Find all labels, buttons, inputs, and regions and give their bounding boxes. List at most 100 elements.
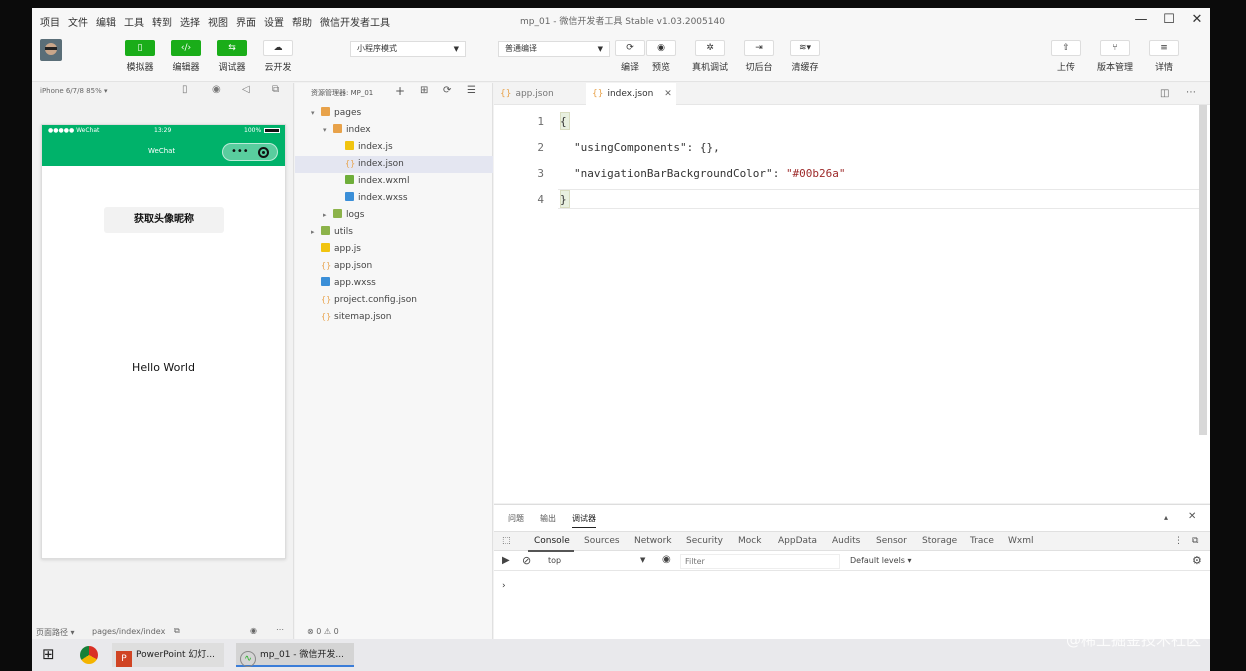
tab-security[interactable]: Security [686, 536, 723, 546]
tab-app-json[interactable]: {} app.json [494, 83, 584, 105]
file-tree-item[interactable]: {} sitemap.json [295, 309, 493, 326]
cloud-dev-button[interactable]: ☁ 云开发 [256, 40, 300, 73]
tab-problems[interactable]: 问题 [508, 513, 524, 524]
file-tree-item[interactable]: ▾ pages [295, 105, 493, 122]
tab-sources[interactable]: Sources [584, 536, 620, 546]
chrome-icon[interactable] [80, 646, 98, 664]
eye-icon[interactable]: ◉ [250, 626, 257, 635]
debugger-toggle[interactable]: ⇆ 调试器 [210, 40, 254, 73]
menu-wechat-devtools[interactable]: 微信开发者工具 [320, 14, 390, 29]
more-icon[interactable]: ⋯ [1186, 87, 1196, 98]
context-select[interactable]: top ▼ [542, 555, 652, 569]
tab-index-json[interactable]: {} index.json ✕ [586, 83, 676, 105]
clear-console-icon[interactable]: ⊘ [522, 554, 531, 567]
eye-icon[interactable]: ◉ [662, 554, 671, 565]
code-line-1[interactable]: { [560, 115, 567, 128]
tab-trace[interactable]: Trace [970, 536, 994, 546]
simulator-toggle[interactable]: ▯ 模拟器 [118, 40, 162, 73]
phone-icon[interactable]: ▯ [182, 84, 188, 95]
split-editor-icon[interactable]: ◫ [1160, 88, 1169, 99]
popout-icon[interactable]: ⧉ [272, 84, 279, 95]
gear-icon[interactable]: ⚙ [1192, 554, 1202, 567]
version-button[interactable]: ⑂ 版本管理 [1093, 40, 1137, 73]
background-button[interactable]: ⇥ 切后台 [737, 40, 781, 73]
close-tab-icon[interactable]: ✕ [664, 89, 672, 99]
add-folder-icon[interactable]: ⊞ [420, 85, 428, 96]
file-tree-item[interactable]: app.wxss [295, 275, 493, 292]
code-line-4[interactable]: } [560, 193, 567, 206]
record-icon[interactable]: ◉ [212, 84, 221, 95]
tab-sensor[interactable]: Sensor [876, 536, 907, 546]
menu-select[interactable]: 选择 [180, 14, 200, 29]
menu-file[interactable]: 文件 [68, 14, 88, 29]
tab-debugger[interactable]: 调试器 [572, 513, 596, 528]
mode-select[interactable]: 小程序模式 ▼ [350, 41, 466, 57]
device-select[interactable]: iPhone 6/7/8 85% ▾ [40, 87, 107, 95]
file-tree-item[interactable]: {} app.json [295, 258, 493, 275]
file-tree-item[interactable]: index.wxss [295, 190, 493, 207]
file-tree-item[interactable]: {} index.json [295, 156, 493, 173]
real-device-debug-button[interactable]: ✲ 真机调试 [688, 40, 732, 73]
code-line-3[interactable]: "navigationBarBackgroundColor": "#00b26a… [574, 167, 846, 180]
file-tree-item[interactable]: ▸ logs [295, 207, 493, 224]
preview-button[interactable]: ◉ 预览 [639, 40, 683, 73]
user-avatar[interactable] [40, 39, 62, 61]
collapse-icon[interactable]: ☰ [467, 85, 476, 96]
menu-interface[interactable]: 界面 [236, 14, 256, 29]
console-filter-input[interactable] [680, 554, 840, 569]
maximize-button[interactable]: ☐ [1158, 11, 1180, 29]
more-icon[interactable]: ⋯ [276, 625, 284, 634]
windows-start-icon[interactable]: ⊞ [42, 645, 55, 663]
taskbar-powerpoint[interactable]: P PowerPoint 幻灯... [112, 643, 224, 667]
page-path-label[interactable]: 页面路径 ▾ [36, 627, 75, 638]
menu-project[interactable]: 项目 [40, 14, 60, 29]
inspect-icon[interactable]: ⬚ [502, 536, 511, 546]
add-file-icon[interactable]: + [395, 84, 405, 98]
file-tree-item[interactable]: {} project.config.json [295, 292, 493, 309]
tab-appdata[interactable]: AppData [778, 536, 817, 546]
tab-mock[interactable]: Mock [738, 536, 761, 546]
compile-mode-select[interactable]: 普通编译 ▼ [498, 41, 610, 57]
clear-cache-button[interactable]: ≋▾ 清缓存 [783, 40, 827, 73]
editor-toggle[interactable]: ‹/› 编辑器 [164, 40, 208, 73]
tab-output[interactable]: 输出 [540, 513, 556, 524]
console-prompt[interactable]: › [502, 581, 506, 591]
close-panel-icon[interactable]: ✕ [1188, 511, 1196, 522]
editor-scrollbar[interactable] [1199, 105, 1207, 435]
details-button[interactable]: ≡ 详情 [1142, 40, 1186, 73]
tab-storage[interactable]: Storage [922, 536, 957, 546]
menu-settings[interactable]: 设置 [264, 14, 284, 29]
tab-wxml[interactable]: Wxml [1008, 536, 1034, 546]
more-icon[interactable]: ••• [231, 146, 249, 157]
file-tree-item[interactable]: index.js [295, 139, 493, 156]
file-tree-item[interactable]: ▸ utils [295, 224, 493, 241]
file-tree-item[interactable]: app.js [295, 241, 493, 258]
close-window-button[interactable]: ✕ [1186, 11, 1208, 29]
log-levels-select[interactable]: Default levels ▾ [850, 556, 912, 565]
capsule-menu[interactable]: ••• [222, 143, 278, 161]
minimize-button[interactable]: — [1130, 11, 1152, 29]
code-line-2[interactable]: "usingComponents": {}, [574, 141, 720, 154]
menu-tools[interactable]: 工具 [124, 14, 144, 29]
get-avatar-button[interactable]: 获取头像昵称 [104, 207, 224, 233]
tab-network[interactable]: Network [634, 536, 672, 546]
tab-audits[interactable]: Audits [832, 536, 860, 546]
volume-icon[interactable]: ◁ [242, 84, 250, 95]
file-tree-item[interactable]: index.wxml [295, 173, 493, 190]
menu-edit[interactable]: 编辑 [96, 14, 116, 29]
menu-help[interactable]: 帮助 [292, 14, 312, 29]
dock-icon[interactable]: ⧉ [1192, 536, 1198, 546]
file-tree-item[interactable]: ▾ index [295, 122, 493, 139]
kebab-menu-icon[interactable]: ⋮ [1174, 536, 1183, 546]
collapse-panel-icon[interactable]: ▴ [1164, 513, 1168, 522]
taskbar-devtools[interactable]: ∿ mp_01 - 微信开发... [236, 643, 354, 667]
close-capsule-icon[interactable] [258, 147, 269, 158]
copy-icon[interactable]: ⧉ [174, 626, 180, 636]
problems-count[interactable]: ⊗ 0 ⚠ 0 [307, 627, 339, 636]
refresh-icon[interactable]: ⟳ [443, 85, 451, 96]
menu-goto[interactable]: 转到 [152, 14, 172, 29]
tab-console[interactable]: Console [534, 536, 570, 546]
upload-button[interactable]: ⇧ 上传 [1044, 40, 1088, 73]
sidebar-toggle-icon[interactable]: ▶ [502, 555, 510, 566]
menu-view[interactable]: 视图 [208, 14, 228, 29]
